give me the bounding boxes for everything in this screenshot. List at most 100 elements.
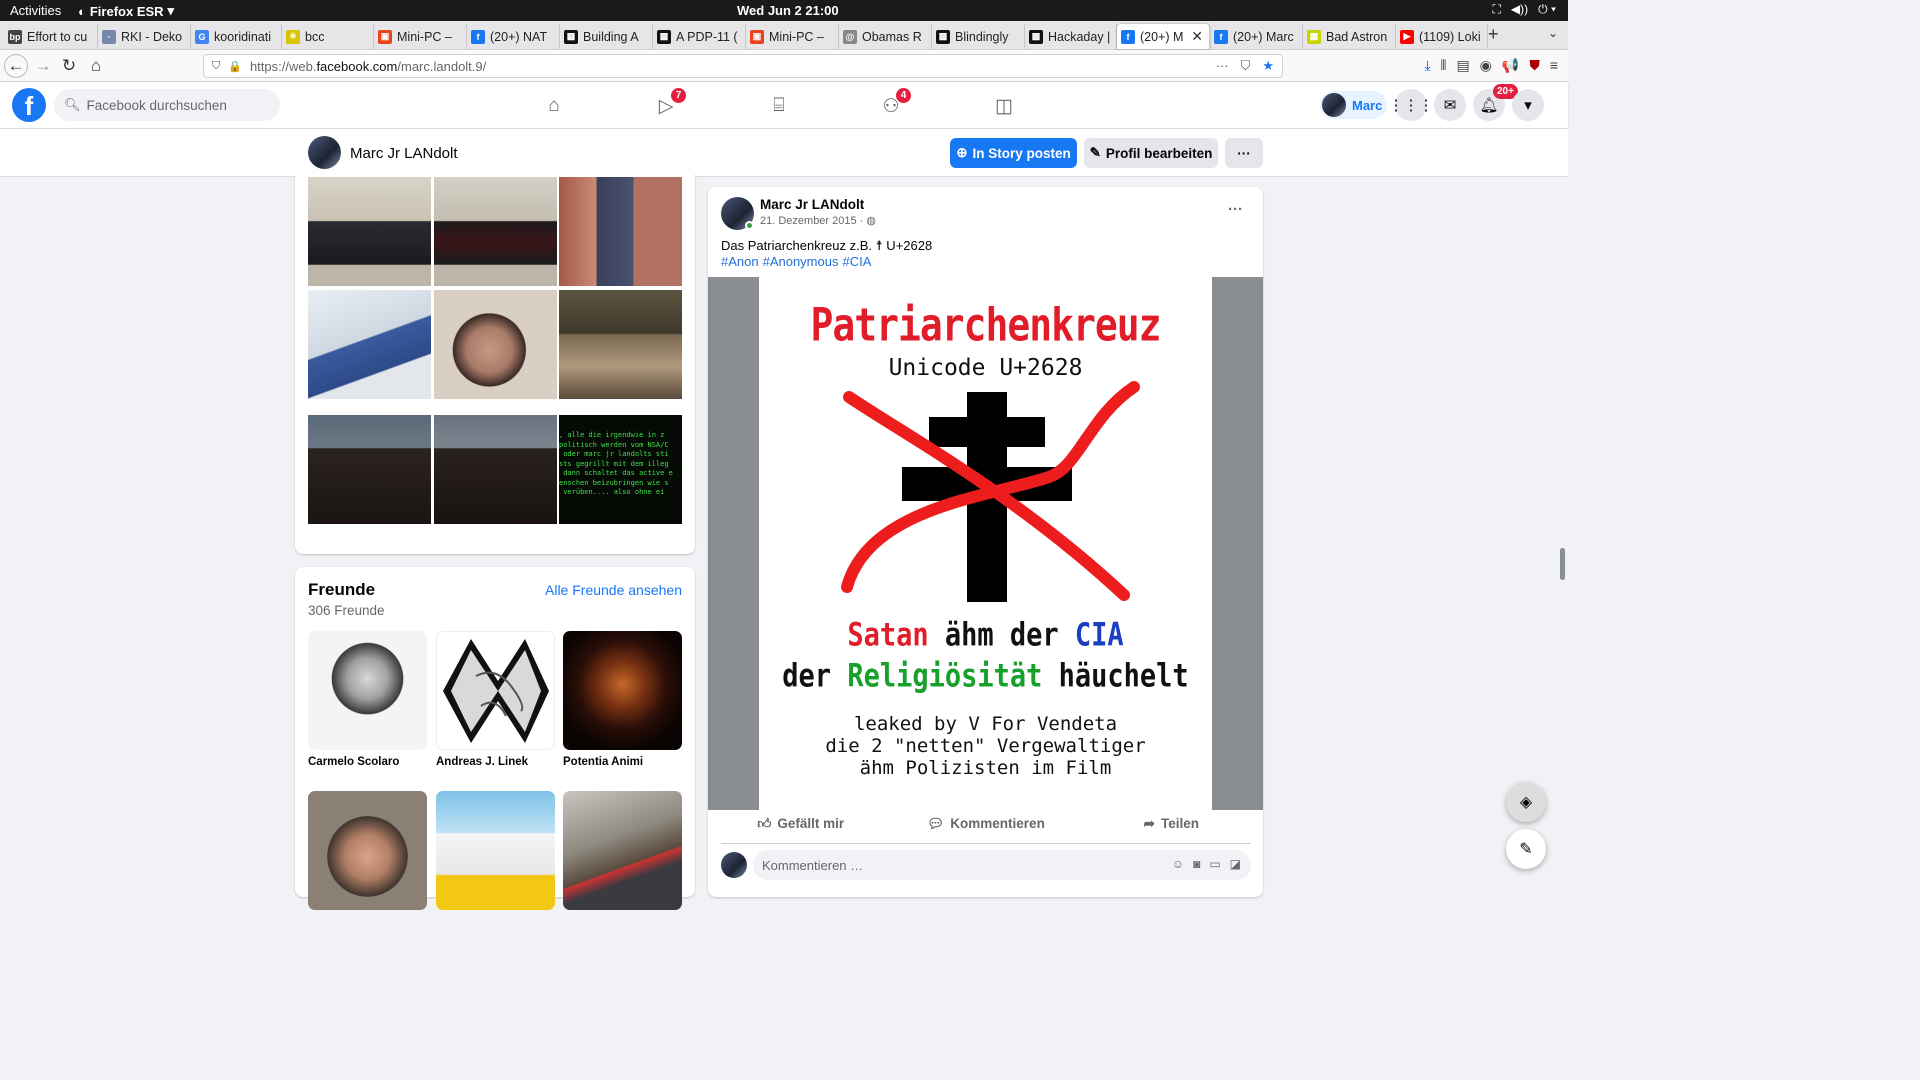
menu-grid-icon[interactable]: ⋮⋮⋮ (1389, 89, 1434, 121)
share-button[interactable]: ➦ Teilen (1079, 815, 1263, 832)
groups-nav-icon[interactable]: ⚇ 4 (871, 86, 911, 126)
messenger-icon[interactable]: ✉ (1434, 89, 1466, 121)
profile-avatar[interactable] (308, 136, 341, 169)
comment-input[interactable]: Kommentieren … ☺ ◙ ▭ ◪ (753, 850, 1251, 880)
image-text-der: der (782, 657, 848, 696)
post-options-icon[interactable]: ··· (1228, 201, 1243, 218)
photo-thumbnail[interactable] (434, 177, 557, 286)
friend-tile[interactable] (308, 791, 427, 910)
profile-shortcut[interactable]: Marc (1320, 91, 1387, 119)
watch-nav-icon[interactable]: ▷ 7 (646, 86, 686, 126)
sidebar-icon[interactable]: ▤ (1456, 57, 1469, 74)
gaming-nav-icon[interactable]: ◫ (984, 86, 1024, 126)
browser-tab[interactable]: ▩ Hackaday | (1025, 24, 1117, 49)
avatar (721, 852, 747, 878)
facebook-logo[interactable]: f (12, 88, 46, 122)
browser-tab[interactable]: · RKI - Deko (98, 24, 191, 49)
list-all-tabs-icon[interactable]: ⌄ (1548, 26, 1558, 40)
toolbar-icons: ⤓ ⫴ ▤ ◉ 📢 ⛊ ≡ (1424, 57, 1558, 74)
friend-tile[interactable] (436, 791, 555, 910)
activities-button[interactable]: Activities (10, 3, 61, 18)
app-menu[interactable]: ◐ Firefox ESR ▾ (78, 3, 174, 19)
add-story-button[interactable]: ⊕ In Story posten (950, 138, 1077, 168)
friend-tile[interactable]: Andreas J. Linek (436, 631, 555, 768)
friend-tile[interactable]: Carmelo Scolaro (308, 631, 427, 768)
notifications-icon[interactable]: 🔔︎ 20+ (1473, 84, 1518, 121)
system-tray[interactable]: ⛶ ◀)) ⏻ ▾ (1492, 2, 1556, 17)
pocket-icon[interactable]: ⛉ (1241, 58, 1251, 74)
photo-thumbnail[interactable] (434, 415, 557, 524)
photo-thumbnail[interactable] (308, 290, 431, 399)
photo-thumbnail[interactable] (308, 415, 431, 524)
post-author[interactable]: Marc Jr LANdolt (760, 197, 864, 212)
home-button[interactable]: ⌂ (84, 54, 108, 78)
post-image[interactable]: Patriarchenkreuz Unicode U+2628 Satan äh… (759, 277, 1212, 810)
marketplace-nav-icon[interactable]: ⌸ (759, 86, 799, 126)
hashtag-link[interactable]: #Anonymous (763, 254, 839, 269)
hashtag-link[interactable]: #Anon (721, 254, 759, 269)
sticker-icon[interactable]: ◪ (1230, 857, 1241, 871)
reload-button[interactable]: ↻ (57, 54, 81, 78)
edit-profile-button[interactable]: ✎ Profil bearbeiten (1084, 138, 1218, 168)
bookmark-star-icon[interactable]: ★ (1262, 58, 1274, 74)
back-button[interactable]: ← (4, 54, 28, 78)
browser-tab[interactable]: f (20+) Marc (1210, 24, 1303, 49)
hashtag-link[interactable]: #CIA (842, 254, 871, 269)
comment-button[interactable]: 💬︎ Kommentieren (893, 815, 1078, 832)
ublock-icon[interactable]: ⛊ (1529, 57, 1540, 74)
photo-thumbnail[interactable] (308, 177, 431, 286)
browser-tab[interactable]: Gkooridinati (191, 24, 282, 49)
image-line-2: der Religiösität häuchelt (759, 658, 1212, 695)
browser-tab[interactable]: ▩ A PDP-11 ( (653, 24, 746, 49)
url-bar[interactable]: ⛉ 🔒 https://web. facebook.com/marc.landol… (203, 54, 1283, 78)
account-menu-icon[interactable]: ▾ (1512, 89, 1544, 121)
browser-tab[interactable]: ▩ Building A (560, 24, 653, 49)
browser-tab[interactable]: ▦ Bad Astron (1303, 24, 1396, 49)
like-label: Gefällt mir (777, 816, 845, 831)
browser-tab[interactable]: ✳ bcc (282, 24, 374, 49)
library-icon[interactable]: ⫴ (1441, 57, 1447, 74)
browser-tab[interactable]: ▶ (1109) Loki (1396, 24, 1488, 49)
page-actions-icon[interactable]: ··· (1216, 58, 1229, 74)
megaphone-icon[interactable]: 📢 (1502, 57, 1519, 74)
friends-count: 306 Freunde (308, 603, 385, 618)
see-all-friends-link[interactable]: Alle Freunde ansehen (545, 582, 682, 598)
browser-tab[interactable]: bp Effort to cu (4, 24, 98, 49)
menu-icon[interactable]: ≡ (1550, 57, 1558, 74)
camera-icon[interactable]: ◙ (1193, 857, 1200, 871)
browser-tab[interactable]: ▣ Mini-PC – (374, 24, 467, 49)
friend-tile[interactable]: Potentia Animi (563, 631, 682, 768)
browser-tab[interactable]: ▣ Mini-PC – (746, 24, 839, 49)
home-nav-icon[interactable]: ⌂ (534, 86, 574, 126)
like-button[interactable]: 👍︎ Gefällt mir (708, 815, 893, 832)
photo-thumbnail[interactable]: , alle die irgendwie in z politisch werd… (559, 415, 682, 524)
browser-tab[interactable]: f (20+) NAT (467, 24, 560, 49)
photo-thumbnail[interactable] (434, 290, 557, 399)
tab-favicon-icon: ▶ (1400, 29, 1414, 44)
gif-icon[interactable]: ▭ (1209, 857, 1220, 871)
account-icon[interactable]: ◉ (1480, 57, 1492, 74)
browser-tab[interactable]: f (20+) M ✕ (1117, 24, 1210, 49)
tab-favicon-icon: ✳ (286, 29, 300, 44)
search-input[interactable]: 🔍︎ Facebook durchsuchen (54, 89, 280, 121)
post-timestamp[interactable]: 21. Dezember 2015 · ◍ (760, 214, 876, 227)
tab-favicon-icon: G (195, 29, 209, 44)
close-tab-icon[interactable]: ✕ (1191, 28, 1203, 45)
downloads-icon[interactable]: ⤓ (1424, 57, 1430, 74)
browser-tab[interactable]: @ Obamas R (839, 24, 932, 49)
page-scrollbar[interactable] (1560, 548, 1565, 580)
chat-head-avatar[interactable]: ◈ (1506, 782, 1546, 822)
friend-tile[interactable] (563, 791, 682, 910)
tab-label: Effort to cu (27, 29, 88, 44)
emoji-icon[interactable]: ☺ (1172, 857, 1184, 871)
forward-button[interactable]: → (31, 54, 55, 78)
profile-name[interactable]: Marc Jr LANdolt (350, 145, 458, 162)
browser-tab[interactable]: ▩ Blindingly (932, 24, 1025, 49)
new-message-button[interactable]: ✎ (1506, 829, 1546, 869)
photo-thumbnail[interactable] (559, 177, 682, 286)
photo-thumbnail[interactable] (559, 290, 682, 399)
clock[interactable]: Wed Jun 2 21:00 (737, 3, 839, 18)
new-tab-button[interactable]: + (1488, 24, 1499, 45)
more-options-button[interactable]: ··· (1225, 138, 1263, 168)
tab-label: RKI - Deko (121, 29, 183, 44)
